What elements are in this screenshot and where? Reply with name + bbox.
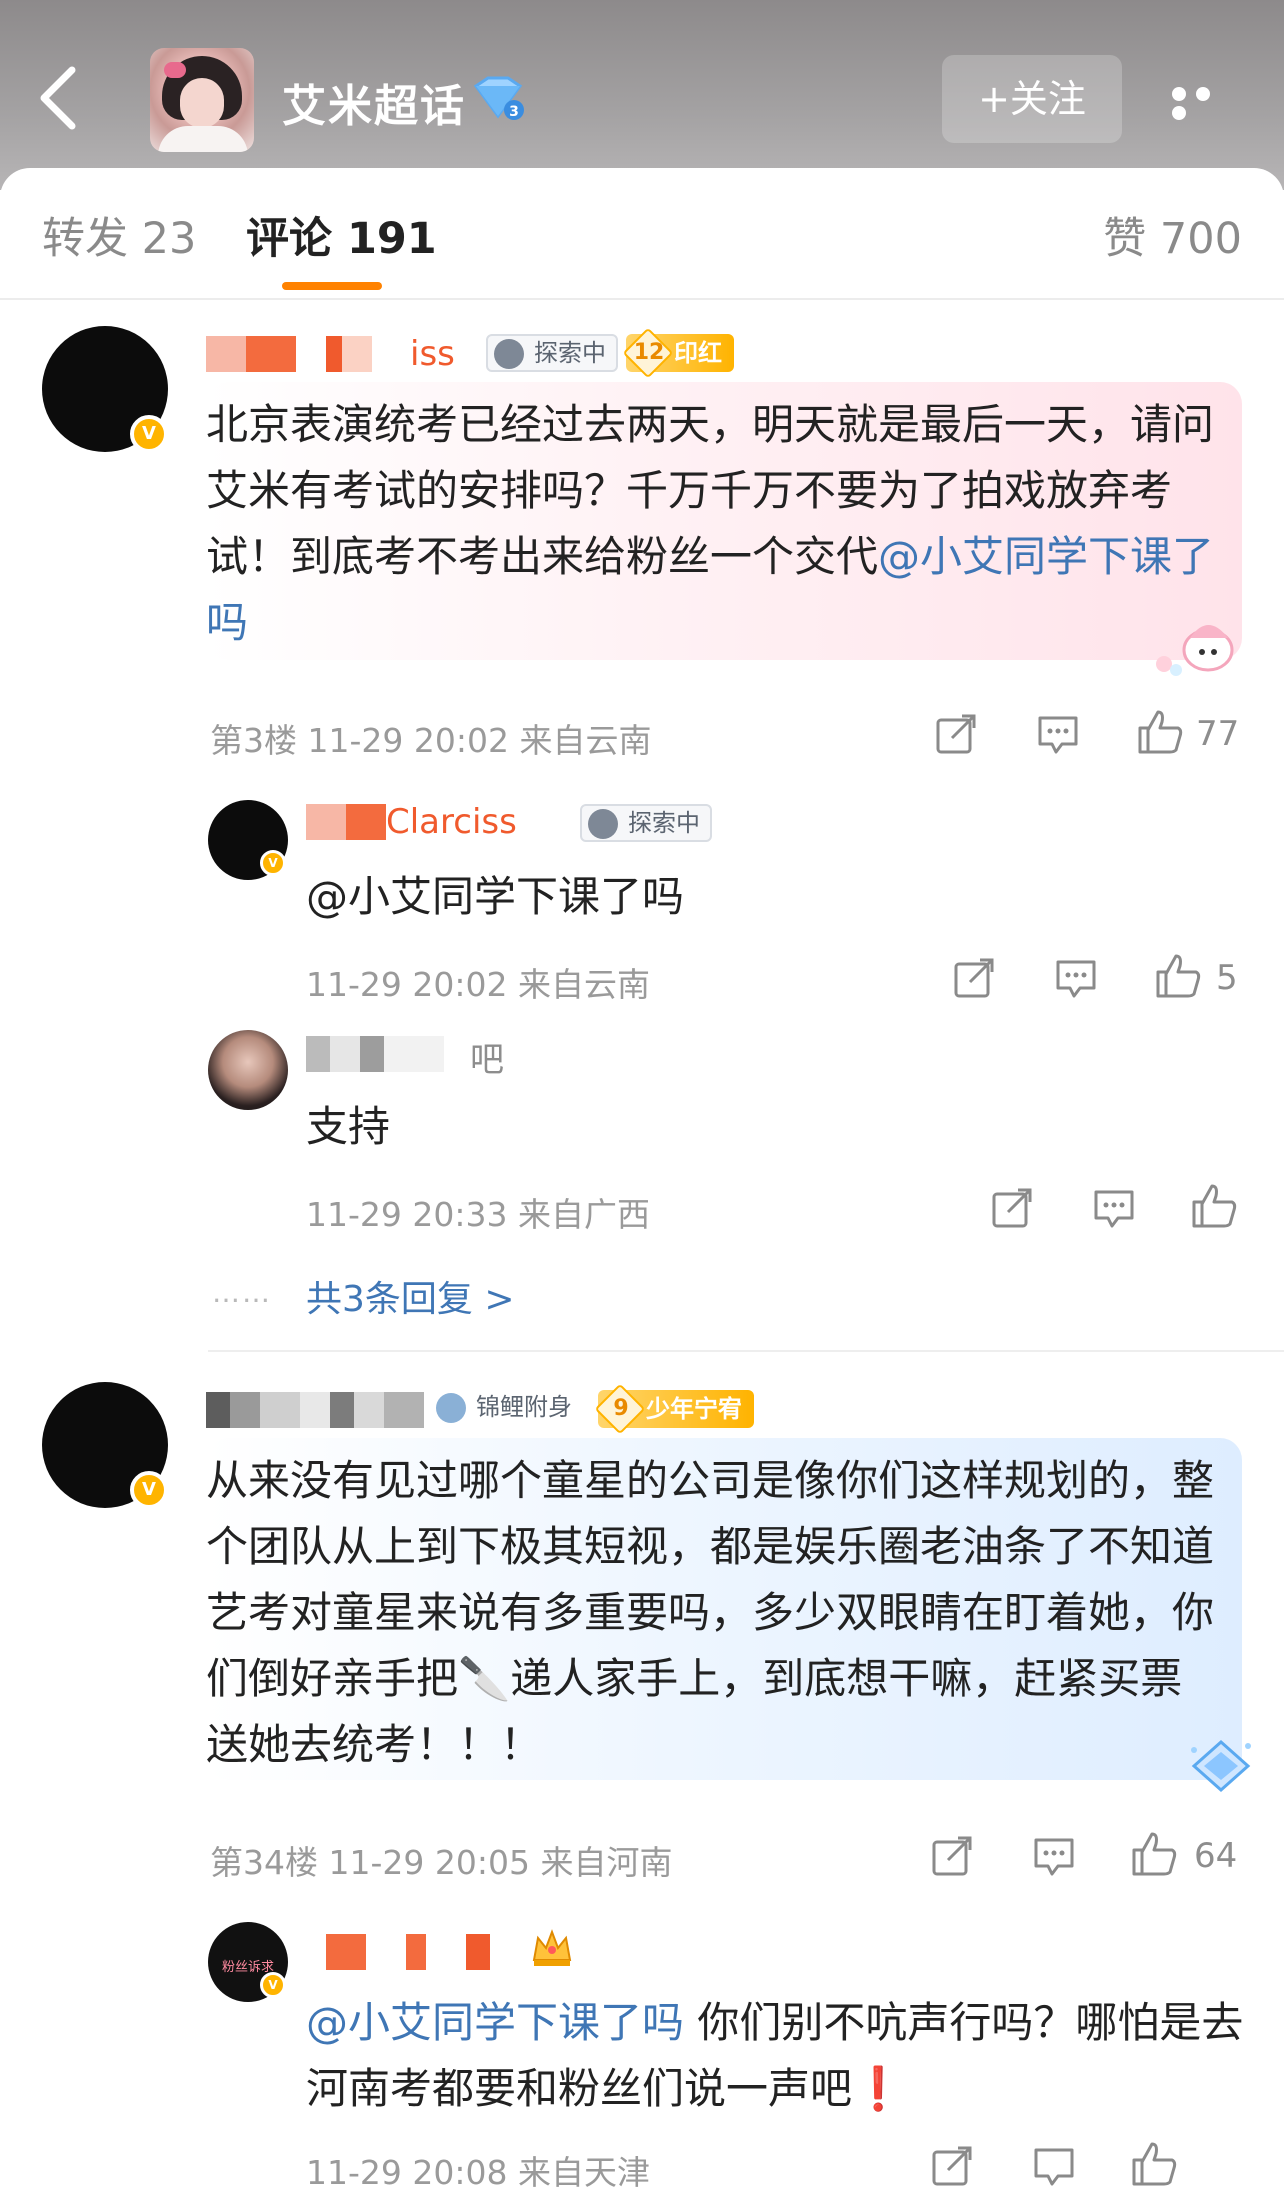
tab-reposts[interactable]: 转发 23 — [42, 204, 196, 266]
like-icon[interactable] — [1190, 1182, 1237, 1228]
reply-meta: 11-29 20:02 来自云南 — [306, 965, 650, 1004]
compass-icon — [588, 809, 618, 839]
mention-link[interactable]: @小艾同学下课了吗 — [306, 864, 684, 930]
share-icon[interactable] — [930, 1834, 974, 1878]
avatar[interactable] — [208, 1030, 288, 1110]
username-blurred[interactable] — [326, 1934, 490, 1970]
verified-badge-icon: V — [130, 415, 168, 453]
more-dots-icon[interactable] — [1172, 86, 1242, 120]
comment-meta: 第3楼 11-29 20:02 来自云南 — [210, 721, 652, 760]
like-icon[interactable] — [1136, 708, 1183, 754]
share-icon[interactable] — [990, 1186, 1034, 1230]
badge-koi[interactable]: 锦鲤附身 — [430, 1390, 582, 1428]
badge-level[interactable]: 9 少年宁宥 — [594, 1383, 754, 1435]
comment-text: 从来没有见过哪个童星的公司是像你们这样规划的，整个团队从上到下极其短视，都是娱乐… — [206, 1456, 1215, 1769]
supertopic-title[interactable]: 艾米超话 — [282, 70, 466, 134]
reply-text[interactable]: 支持 — [306, 1094, 390, 1160]
badge-level[interactable]: 12 印红 — [622, 327, 734, 379]
verified-badge-icon: V — [130, 1471, 168, 1509]
diamond-level-icon: 3 — [470, 76, 526, 122]
share-icon[interactable] — [934, 712, 978, 756]
comment-bubble[interactable]: 从来没有见过哪个童星的公司是像你们这样规划的，整个团队从上到下极其短视，都是娱乐… — [206, 1438, 1242, 1780]
melody-sticker-icon — [1150, 610, 1240, 680]
like-count: 5 — [1216, 958, 1238, 998]
tab-comments[interactable]: 评论 191 — [246, 204, 437, 266]
comment-icon[interactable] — [1092, 1186, 1136, 1230]
follow-button[interactable]: +关注 — [942, 55, 1122, 143]
username-blurred[interactable] — [306, 804, 386, 840]
badge-exploring[interactable]: 探索中 — [486, 334, 618, 372]
like-icon[interactable] — [1130, 1830, 1177, 1876]
username-blurred[interactable] — [306, 1036, 444, 1072]
username-blurred[interactable] — [206, 336, 402, 372]
like-icon[interactable] — [1130, 2140, 1177, 2186]
reply-meta: 11-29 20:33 来自广西 — [306, 1195, 650, 1234]
back-arrow-icon[interactable] — [28, 62, 88, 132]
username-blurred[interactable] — [206, 1392, 424, 1428]
koi-icon — [436, 1393, 466, 1423]
username-visible[interactable]: Clarciss — [386, 802, 517, 842]
comment-icon[interactable] — [1036, 712, 1080, 756]
replies-dots: …… — [212, 1276, 272, 1309]
supertopic-avatar[interactable] — [150, 48, 254, 152]
active-tab-indicator — [282, 282, 382, 290]
verified-badge-icon: V — [260, 1972, 286, 1998]
tab-likes[interactable]: 赞 700 — [1103, 204, 1242, 266]
comment-icon[interactable] — [1032, 1834, 1076, 1878]
comment-divider — [208, 1350, 1284, 1352]
more-replies-link[interactable]: 共3条回复 > — [306, 1270, 515, 1322]
like-count: 77 — [1196, 714, 1240, 754]
top-bar: 艾米超话 3 +关注 — [0, 0, 1284, 190]
reply-text[interactable]: @小艾同学下课了吗 你们别不吭声行吗？哪怕是去河南考都要和粉丝们说一声吧❗ — [306, 1990, 1246, 2122]
compass-icon — [494, 339, 524, 369]
verified-badge-icon: V — [260, 850, 286, 876]
comment-bubble[interactable]: 北京表演统考已经过去两天，明天就是最后一天，请问艾米有考试的安排吗？千万千万不要… — [206, 382, 1242, 660]
share-icon[interactable] — [952, 956, 996, 1000]
gem-sticker-icon — [1186, 1736, 1256, 1796]
like-icon[interactable] — [1154, 952, 1201, 998]
share-icon[interactable] — [930, 2144, 974, 2188]
comment-icon[interactable] — [1054, 956, 1098, 1000]
badge-exploring[interactable]: 探索中 — [580, 804, 712, 842]
mention-link[interactable]: @小艾同学下课了吗 — [306, 1998, 684, 2047]
username-visible[interactable]: iss — [410, 334, 455, 374]
svg-text:3: 3 — [509, 104, 519, 120]
username-visible[interactable]: 吧 — [470, 1032, 504, 1081]
comment-icon[interactable] — [1032, 2144, 1076, 2188]
tabs-divider — [0, 298, 1284, 300]
crown-icon — [528, 1924, 576, 1972]
comment-meta: 第34楼 11-29 20:05 来自河南 — [210, 1843, 673, 1882]
like-count: 64 — [1194, 1836, 1238, 1876]
reply-meta: 11-29 20:08 来自天津 — [306, 2153, 650, 2192]
